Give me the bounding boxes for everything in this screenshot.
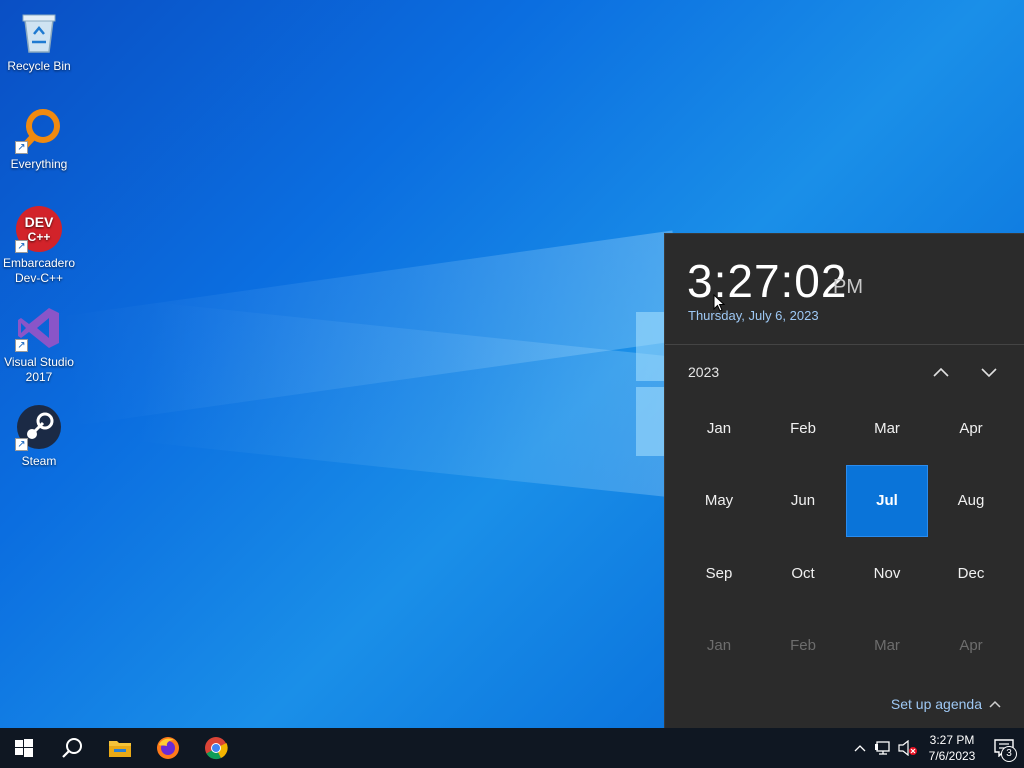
desktop-icon-label: Embarcadero Dev-C++ — [2, 256, 76, 285]
chevron-up-icon — [933, 367, 949, 377]
clock-time: 3:27:02 — [687, 255, 848, 307]
taskbar-time: 3:27 PM — [929, 733, 975, 747]
recycle-bin-icon — [15, 8, 63, 56]
devcpp-icon: DEV C++ ↗ — [15, 205, 63, 253]
wallpaper-light-beam — [135, 301, 708, 500]
network-button[interactable] — [872, 728, 896, 768]
desktop-icon-label: Steam — [21, 454, 57, 468]
calendar-month-grid: Jan Feb Mar Apr May Jun Jul Aug Sep Oct Nov Dec Jan F… — [677, 392, 1013, 682]
clock-ampm: PM — [833, 276, 863, 298]
firefox-button[interactable] — [144, 728, 192, 768]
file-explorer-button[interactable] — [96, 728, 144, 768]
everything-search-icon: ↗ — [15, 106, 63, 154]
shortcut-arrow-icon: ↗ — [15, 438, 28, 451]
search-button[interactable] — [48, 728, 96, 768]
taskbar-clock[interactable]: 3:27 PM 7/6/2023 — [920, 732, 984, 764]
show-hidden-icons-button[interactable] — [848, 728, 872, 768]
calendar-month-jun[interactable]: Jun — [762, 465, 844, 538]
devcpp-icon-text-bottom: C++ — [28, 230, 51, 244]
calendar-month-jan[interactable]: Jan — [678, 392, 760, 465]
action-center-button[interactable]: 3 — [984, 728, 1024, 768]
volume-button[interactable] — [896, 728, 920, 768]
start-button[interactable] — [0, 728, 48, 768]
search-icon — [62, 738, 82, 758]
clock-date-link[interactable]: Thursday, July 6, 2023 — [688, 308, 819, 323]
flyout-divider — [665, 344, 1024, 345]
shortcut-arrow-icon: ↗ — [15, 141, 28, 154]
chevron-down-icon — [981, 368, 997, 378]
shortcut-arrow-icon: ↗ — [15, 240, 28, 253]
start-icon — [15, 739, 33, 757]
calendar-next-button[interactable] — [975, 360, 1003, 384]
chevron-up-icon — [854, 745, 866, 752]
desktop-icon-everything[interactable]: ↗ Everything — [0, 106, 78, 172]
desktop-icon-label: Everything — [10, 157, 68, 171]
chevron-up-icon — [989, 700, 1001, 708]
calendar-month-dec[interactable]: Dec — [930, 537, 1012, 610]
file-explorer-icon — [109, 741, 131, 757]
calendar-month-aug[interactable]: Aug — [930, 465, 1012, 538]
desktop-icon-recycle-bin[interactable]: Recycle Bin — [0, 8, 78, 74]
desktop-icon-label: Recycle Bin — [7, 59, 71, 73]
calendar-month-jan[interactable]: Jan — [678, 610, 760, 683]
calendar-month-apr[interactable]: Apr — [930, 392, 1012, 465]
desktop-icon-devcpp[interactable]: DEV C++ ↗ Embarcadero Dev-C++ — [0, 205, 78, 286]
desktop-icon-visual-studio[interactable]: ↗ Visual Studio 2017 — [0, 304, 78, 385]
calendar-month-mar[interactable]: Mar — [846, 392, 928, 465]
visual-studio-icon: ↗ — [15, 304, 63, 352]
devcpp-icon-text-top: DEV — [25, 214, 54, 230]
desktop-icon-label: Visual Studio 2017 — [4, 355, 74, 384]
calendar-month-oct[interactable]: Oct — [762, 537, 844, 610]
chrome-icon — [205, 737, 228, 760]
calendar-month-mar[interactable]: Mar — [846, 610, 928, 683]
calendar-month-may[interactable]: May — [678, 465, 760, 538]
calendar-month-jul[interactable]: Jul — [846, 464, 928, 537]
calendar-month-nov[interactable]: Nov — [846, 537, 928, 610]
system-tray: 3:27 PM 7/6/2023 3 — [848, 728, 1024, 768]
setup-agenda-button[interactable]: Set up agenda — [891, 696, 1002, 712]
shortcut-arrow-icon: ↗ — [15, 339, 28, 352]
calendar-month-feb[interactable]: Feb — [762, 392, 844, 465]
taskbar: 3:27 PM 7/6/2023 3 — [0, 728, 1024, 768]
calendar-month-feb[interactable]: Feb — [762, 610, 844, 683]
firefox-icon — [157, 737, 179, 759]
agenda-label: Set up agenda — [890, 696, 982, 712]
calendar-prev-button[interactable] — [927, 360, 955, 384]
mouse-cursor-icon — [713, 294, 725, 312]
steam-icon: ↗ — [15, 403, 63, 451]
taskbar-date: 7/6/2023 — [928, 749, 976, 763]
desktop-icon-steam[interactable]: ↗ Steam — [0, 403, 78, 469]
notification-count-badge: 3 — [1001, 746, 1017, 762]
calendar-month-sep[interactable]: Sep — [678, 537, 760, 610]
volume-muted-icon — [898, 740, 917, 756]
wallpaper-light-beam — [58, 230, 688, 426]
calendar-year-header[interactable]: 2023 — [688, 364, 719, 380]
network-icon — [875, 741, 890, 755]
calendar-month-apr[interactable]: Apr — [930, 610, 1012, 683]
chrome-button[interactable] — [192, 728, 240, 768]
